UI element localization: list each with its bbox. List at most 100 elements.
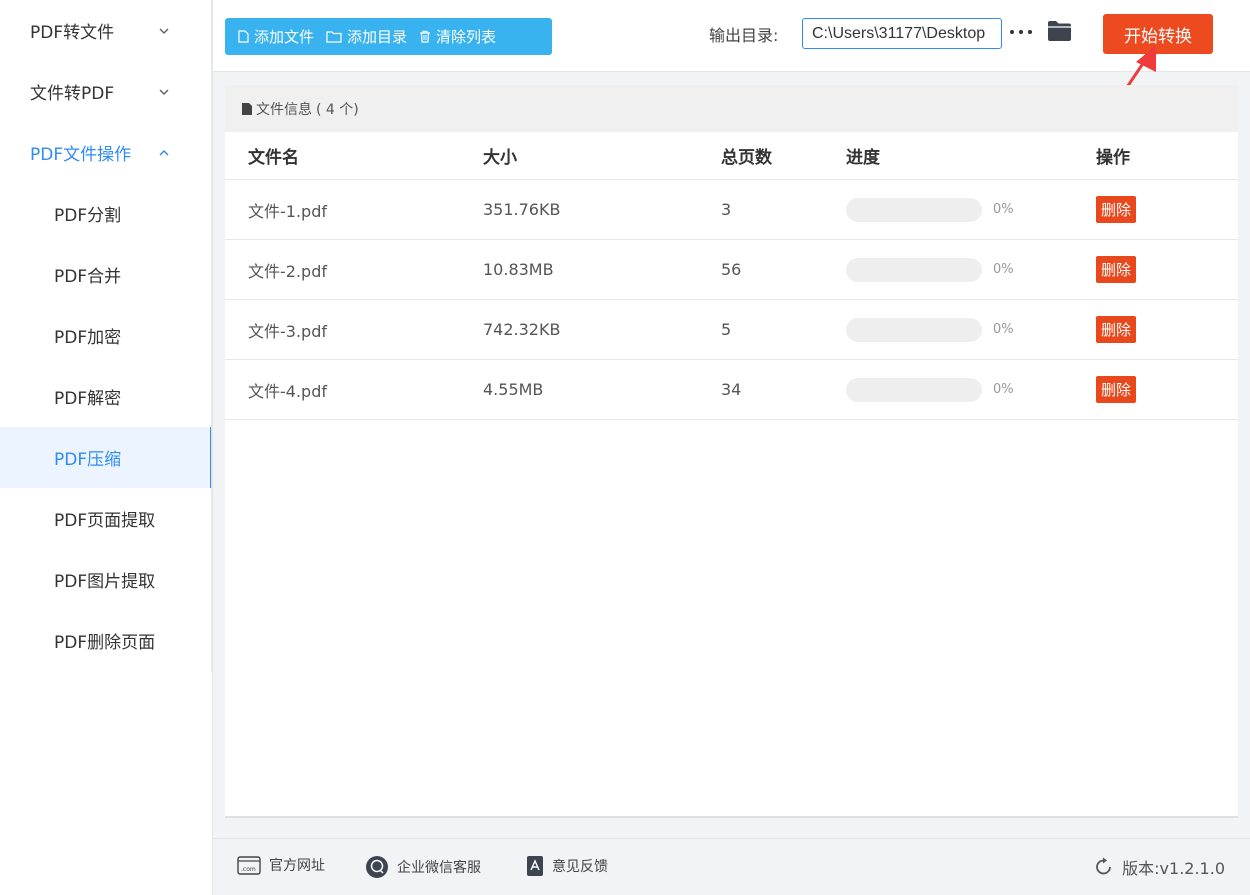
progress-cell: 0% (846, 197, 1014, 222)
sidebar-menu: PDF转文件 文件转PDF PDF文件操作 PDF分割 PDF合并 PDF加密 … (0, 0, 213, 672)
wechat-support-label: 企业微信客服 (397, 860, 481, 876)
progress-cell: 0% (846, 257, 1014, 282)
folder-icon[interactable] (1047, 20, 1072, 42)
column-header-size: 大小 (483, 148, 517, 168)
progress-text: 0% (993, 202, 1014, 217)
website-icon: .com (237, 855, 261, 875)
column-header-name: 文件名 (248, 148, 299, 168)
sidebar-group-pdf-to-file[interactable]: PDF转文件 (0, 0, 211, 61)
table-row: 文件-4.pdf 4.55MB 34 0% 删除 (225, 360, 1238, 420)
file-size: 10.83MB (483, 260, 554, 279)
sidebar-group-label: PDF文件操作 (30, 145, 132, 165)
file-size: 4.55MB (483, 380, 544, 399)
file-size: 742.32KB (483, 320, 561, 339)
delete-button[interactable]: 删除 (1096, 316, 1137, 343)
refresh-icon (1096, 857, 1112, 875)
file-count: ( 4 个) (316, 101, 359, 118)
sidebar-item-pdf-merge[interactable]: PDF合并 (0, 244, 211, 305)
progress-text: 0% (993, 322, 1014, 337)
delete-button[interactable]: 删除 (1096, 196, 1137, 223)
file-info-title: 文件信息 (256, 101, 312, 118)
column-header-pages: 总页数 (721, 148, 772, 168)
progress-bar (846, 257, 982, 282)
add-file-label: 添加文件 (254, 28, 315, 46)
website-link[interactable]: .com 官方网址 (237, 855, 325, 875)
file-pages: 34 (721, 380, 742, 399)
svg-text:.com: .com (241, 866, 256, 873)
file-name: 文件-1.pdf (248, 201, 327, 221)
sidebar-group-pdf-operations[interactable]: PDF文件操作 (0, 122, 211, 183)
table-header: 文件名 大小 总页数 进度 操作 (225, 132, 1238, 180)
sidebar-item-label: PDF删除页面 (54, 633, 156, 653)
more-icon[interactable] (1010, 24, 1032, 40)
chevron-down-icon (159, 89, 169, 96)
output-directory-input[interactable]: C:\Users\31177\Desktop (802, 18, 1002, 49)
progress-text: 0% (993, 382, 1014, 397)
file-name: 文件-2.pdf (248, 261, 327, 281)
version-label: 版本:v1.2.1.0 (1122, 859, 1225, 878)
file-name: 文件-3.pdf (248, 321, 327, 341)
add-directory-button[interactable]: 添加目录 (320, 18, 413, 55)
progress-bar (846, 377, 982, 402)
sidebar-item-pdf-decrypt[interactable]: PDF解密 (0, 366, 211, 427)
file-icon (238, 30, 249, 43)
sidebar-item-pdf-image-extract[interactable]: PDF图片提取 (0, 549, 211, 610)
sidebar-item-label: PDF解密 (54, 389, 122, 409)
delete-button[interactable]: 删除 (1096, 376, 1137, 403)
file-list-panel: 文件信息 ( 4 个) 文件名 大小 总页数 进度 操作 文件-1.pdf 35… (225, 85, 1238, 818)
feedback-link[interactable]: 意见反馈 (526, 855, 608, 877)
file-name: 文件-4.pdf (248, 381, 327, 401)
file-pages: 5 (721, 320, 732, 339)
feedback-label: 意见反馈 (552, 859, 608, 875)
sidebar-group-label: PDF转文件 (30, 23, 115, 43)
clear-list-label: 清除列表 (436, 28, 497, 46)
progress-bar (846, 317, 982, 342)
clear-list-button[interactable]: 清除列表 (413, 18, 502, 55)
sidebar-item-label: PDF合并 (54, 267, 122, 287)
file-size: 351.76KB (483, 200, 561, 219)
sidebar-group-file-to-pdf[interactable]: 文件转PDF (0, 61, 211, 122)
progress-cell: 0% (846, 317, 1014, 342)
sidebar: PDF转文件 文件转PDF PDF文件操作 PDF分割 PDF合并 PDF加密 … (0, 0, 213, 895)
sidebar-item-label: PDF图片提取 (54, 572, 156, 592)
website-label: 官方网址 (269, 858, 325, 874)
footer: .com 官方网址 企业微信客服 意见反馈 版本:v1.2.1.0 (213, 838, 1250, 895)
folder-outline-icon (326, 31, 342, 43)
progress-text: 0% (993, 262, 1014, 277)
delete-button[interactable]: 删除 (1096, 256, 1137, 283)
progress-bar (846, 197, 982, 222)
sidebar-item-pdf-compress[interactable]: PDF压缩 (0, 427, 213, 488)
panel-bottom-border (225, 816, 1238, 818)
progress-cell: 0% (846, 377, 1014, 402)
file-info-header: 文件信息 ( 4 个) (225, 85, 1238, 132)
column-header-progress: 进度 (846, 148, 880, 168)
column-header-action: 操作 (1096, 148, 1130, 168)
table-row: 文件-2.pdf 10.83MB 56 0% 删除 (225, 240, 1238, 300)
sidebar-item-label: PDF压缩 (54, 450, 122, 470)
document-icon (242, 102, 252, 115)
add-directory-label: 添加目录 (347, 28, 408, 46)
output-directory-label: 输出目录: (709, 26, 779, 45)
sidebar-item-pdf-delete-pages[interactable]: PDF删除页面 (0, 610, 211, 671)
trash-icon (420, 30, 431, 43)
sidebar-group-label: 文件转PDF (30, 84, 115, 104)
sidebar-item-label: PDF页面提取 (54, 511, 156, 531)
file-pages: 3 (721, 200, 732, 219)
file-pages: 56 (721, 260, 742, 279)
chevron-up-icon (159, 149, 169, 156)
chevron-down-icon (159, 28, 169, 35)
sidebar-item-label: PDF分割 (54, 206, 122, 226)
version-info[interactable]: 版本:v1.2.1.0 (1094, 855, 1225, 879)
sidebar-item-pdf-split[interactable]: PDF分割 (0, 183, 211, 244)
sidebar-scrollbar[interactable] (211, 0, 213, 672)
sidebar-item-label: PDF加密 (54, 328, 122, 348)
sidebar-item-pdf-encrypt[interactable]: PDF加密 (0, 305, 211, 366)
add-file-button[interactable]: 添加文件 (225, 18, 320, 55)
wechat-support-link[interactable]: 企业微信客服 (365, 855, 481, 879)
sidebar-item-pdf-page-extract[interactable]: PDF页面提取 (0, 488, 211, 549)
table-row: 文件-1.pdf 351.76KB 3 0% 删除 (225, 180, 1238, 240)
file-button-group: 添加文件 添加目录 清除列表 (225, 18, 552, 55)
feedback-icon (527, 856, 543, 876)
chat-icon (366, 856, 388, 878)
table-row: 文件-3.pdf 742.32KB 5 0% 删除 (225, 300, 1238, 360)
